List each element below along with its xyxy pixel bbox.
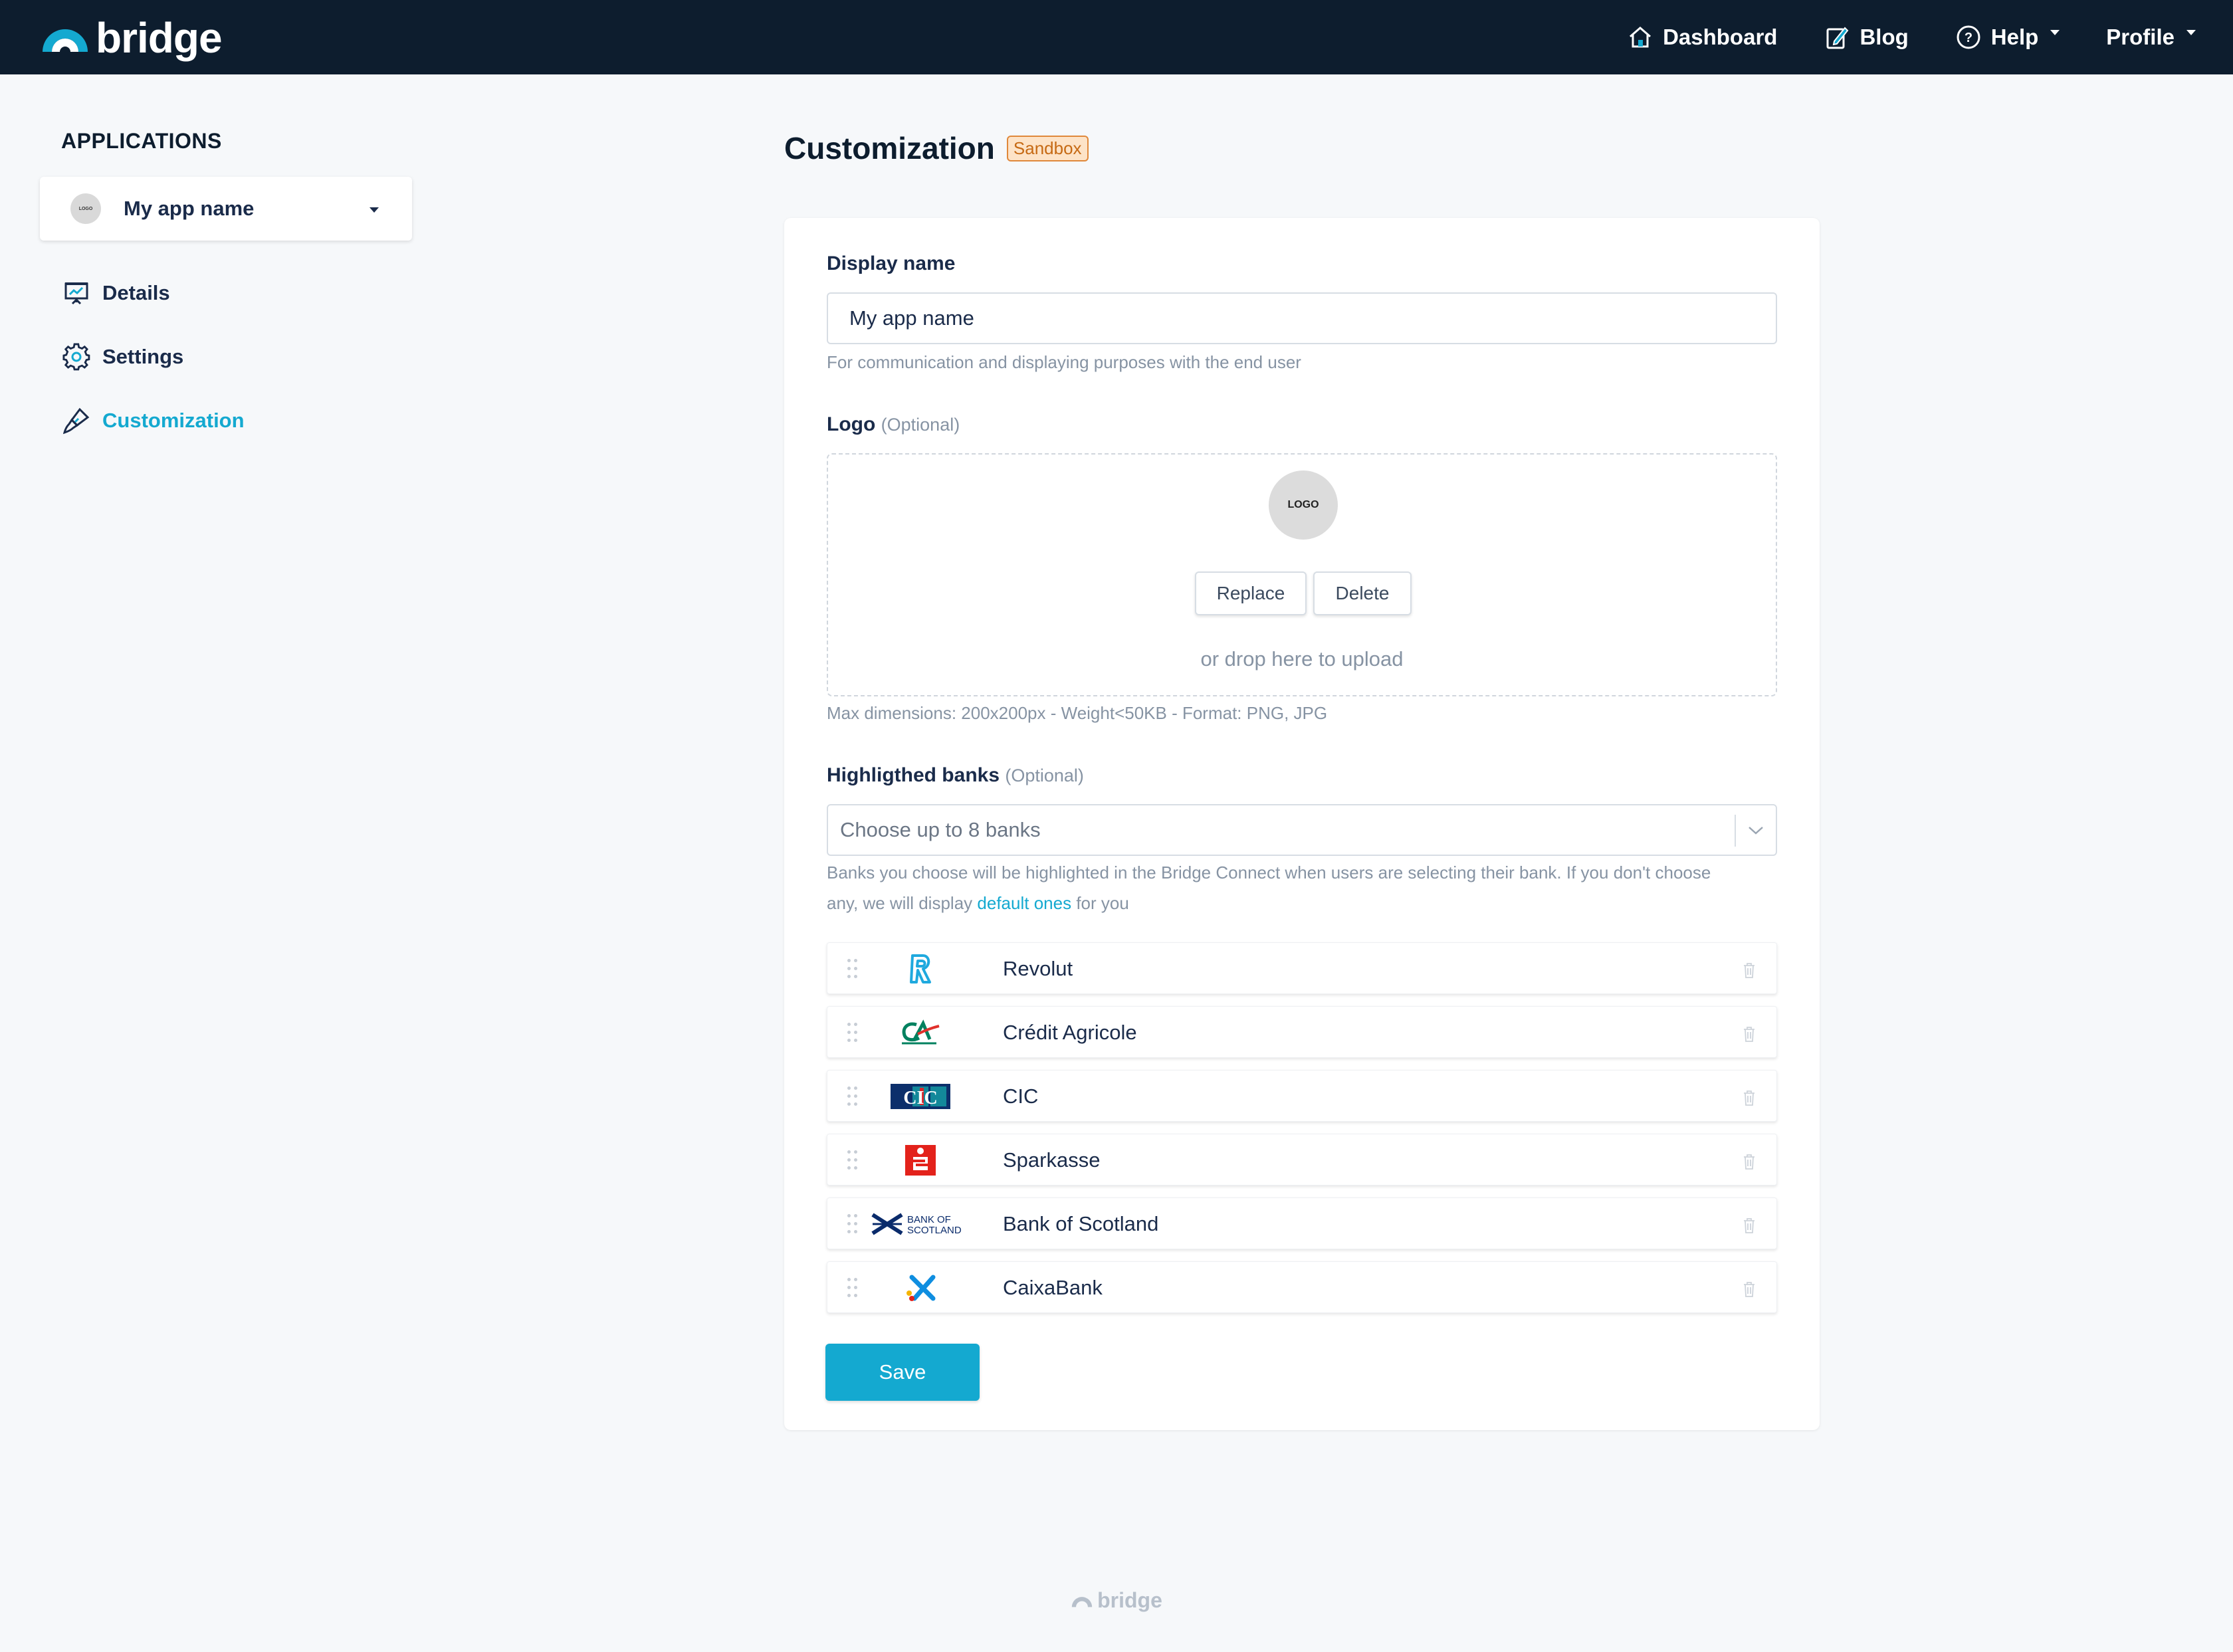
banks-help-line1: Banks you choose will be highlighted in … <box>827 863 1711 882</box>
bridge-arc-icon <box>43 29 88 52</box>
sidebar-item-settings[interactable]: Settings <box>62 343 183 371</box>
nav-help-dropdown[interactable]: ? Help <box>1955 24 2060 51</box>
bank-name: Sparkasse <box>1003 1148 1101 1172</box>
app-selector[interactable]: LOGO My app name <box>40 177 412 241</box>
logo-preview: LOGO <box>1269 470 1338 540</box>
logo-label-text: Logo <box>827 413 876 435</box>
chevron-down-icon[interactable] <box>1735 815 1776 847</box>
sidebar-item-customization[interactable]: Customization <box>62 407 245 435</box>
trash-icon[interactable] <box>1742 1025 1756 1043</box>
drag-handle-icon[interactable] <box>847 1150 858 1170</box>
cic-logo: CIC <box>874 1077 967 1116</box>
banks-label-text: Highligthed banks <box>827 764 1000 786</box>
customization-card: Display name My app name For communicati… <box>784 218 1820 1430</box>
brand-name: bridge <box>96 14 223 62</box>
drag-handle-icon[interactable] <box>847 1086 858 1106</box>
page-header: Customization Sandbox <box>784 130 1089 166</box>
question-circle-icon: ? <box>1957 25 1980 49</box>
environment-badge: Sandbox <box>1006 135 1089 161</box>
save-button[interactable]: Save <box>825 1344 980 1401</box>
nav-dashboard-label: Dashboard <box>1663 25 1778 49</box>
paint-brush-icon <box>62 407 90 435</box>
bank-select-placeholder: Choose up to 8 banks <box>840 818 1041 841</box>
chevron-down-icon <box>2186 30 2196 35</box>
optional-hint: (Optional) <box>881 415 960 435</box>
bank-row-bank-of-scotland[interactable]: BANK OF SCOTLAND Bank of Scotland <box>827 1197 1777 1249</box>
logo-label: Logo (Optional) <box>827 413 960 436</box>
bank-row-caixabank[interactable]: CaixaBank <box>827 1261 1777 1313</box>
bank-select[interactable]: Choose up to 8 banks <box>827 804 1777 856</box>
display-name-help: For communication and displaying purpose… <box>827 352 1301 372</box>
display-name-input[interactable]: My app name <box>827 292 1777 344</box>
bank-of-scotland-logo-text-2: SCOTLAND <box>907 1225 962 1236</box>
chevron-down-icon <box>2050 30 2060 35</box>
trash-icon[interactable] <box>1742 962 1756 979</box>
main-nav: Dashboard Blog ? Help Profile <box>1580 0 2196 74</box>
nav-profile-label: Profile <box>2106 25 2175 49</box>
footer-brand: bridge <box>1097 1588 1162 1612</box>
trash-icon[interactable] <box>1742 1089 1756 1106</box>
app-logo-avatar: LOGO <box>70 193 101 224</box>
cic-logo-text: CIC <box>903 1088 937 1108</box>
app-selector-value: My app name <box>124 197 255 220</box>
sidebar-item-label: Settings <box>102 345 184 368</box>
drag-handle-icon[interactable] <box>847 959 858 979</box>
trash-icon[interactable] <box>1742 1153 1756 1170</box>
revolut-logo <box>874 949 967 989</box>
default-banks-link[interactable]: default ones <box>977 893 1071 913</box>
bank-of-scotland-logo: BANK OF SCOTLAND <box>870 1204 976 1244</box>
drag-handle-icon[interactable] <box>847 1214 858 1234</box>
sidebar-item-details[interactable]: Details <box>62 279 170 307</box>
gear-icon <box>62 343 90 371</box>
drop-upload-text: or drop here to upload <box>1200 647 1404 671</box>
display-name-label: Display name <box>827 253 956 274</box>
bank-row-cic[interactable]: CIC CIC <box>827 1070 1777 1122</box>
display-name-value: My app name <box>849 306 974 330</box>
caixabank-logo <box>874 1268 967 1308</box>
sidebar-item-label: Customization <box>102 409 245 432</box>
banks-help-line2: any, we will display default ones for yo… <box>827 888 1711 918</box>
bank-name: Crédit Agricole <box>1003 1021 1137 1044</box>
banks-help-text: for you <box>1076 893 1129 913</box>
presentation-board-icon <box>64 282 88 305</box>
bank-row-sparkasse[interactable]: Sparkasse <box>827 1134 1777 1186</box>
footer: bridge <box>0 1588 2233 1613</box>
sidebar-item-label: Details <box>102 281 170 304</box>
nav-dashboard[interactable]: Dashboard <box>1627 24 1777 51</box>
credit-agricole-logo <box>874 1013 967 1053</box>
nav-profile-dropdown[interactable]: Profile <box>2106 25 2196 50</box>
optional-hint: (Optional) <box>1005 766 1084 785</box>
banks-help: Banks you choose will be highlighted in … <box>827 857 1711 918</box>
bank-of-scotland-logo-text-1: BANK OF <box>907 1214 951 1225</box>
brand-logo[interactable]: bridge <box>40 13 223 62</box>
bank-name: CaixaBank <box>1003 1276 1103 1299</box>
bank-name: Revolut <box>1003 957 1073 980</box>
logo-dropzone[interactable]: LOGO Replace Delete or drop here to uplo… <box>827 453 1777 696</box>
bank-row-revolut[interactable]: Revolut <box>827 942 1777 994</box>
trash-icon[interactable] <box>1742 1217 1756 1234</box>
bank-name: CIC <box>1003 1084 1039 1108</box>
bank-name: Bank of Scotland <box>1003 1212 1159 1235</box>
drag-handle-icon[interactable] <box>847 1023 858 1043</box>
trash-icon[interactable] <box>1742 1281 1756 1298</box>
banks-help-text: any, we will display <box>827 893 973 913</box>
bridge-arc-icon <box>1071 1596 1093 1607</box>
nav-help-label: Help <box>1990 25 2039 49</box>
nav-blog-label: Blog <box>1860 25 1909 49</box>
page-title: Customization <box>784 131 995 165</box>
banks-label: Highligthed banks (Optional) <box>827 764 1084 787</box>
svg-text:?: ? <box>1965 31 1972 45</box>
bank-row-credit-agricole[interactable]: Crédit Agricole <box>827 1006 1777 1058</box>
top-navbar: bridge Dashboard Blog ? Help Profile <box>0 0 2233 74</box>
logo-help: Max dimensions: 200x200px - Weight<50KB … <box>827 703 1328 723</box>
nav-blog[interactable]: Blog <box>1824 24 1909 51</box>
sparkasse-logo <box>874 1140 967 1180</box>
edit-note-icon <box>1826 27 1849 49</box>
replace-logo-button[interactable]: Replace <box>1195 571 1307 615</box>
home-icon <box>1630 27 1651 48</box>
delete-logo-button[interactable]: Delete <box>1313 571 1412 615</box>
chevron-down-icon <box>370 207 379 213</box>
drag-handle-icon[interactable] <box>847 1278 858 1298</box>
sidebar-heading: APPLICATIONS <box>61 129 222 153</box>
